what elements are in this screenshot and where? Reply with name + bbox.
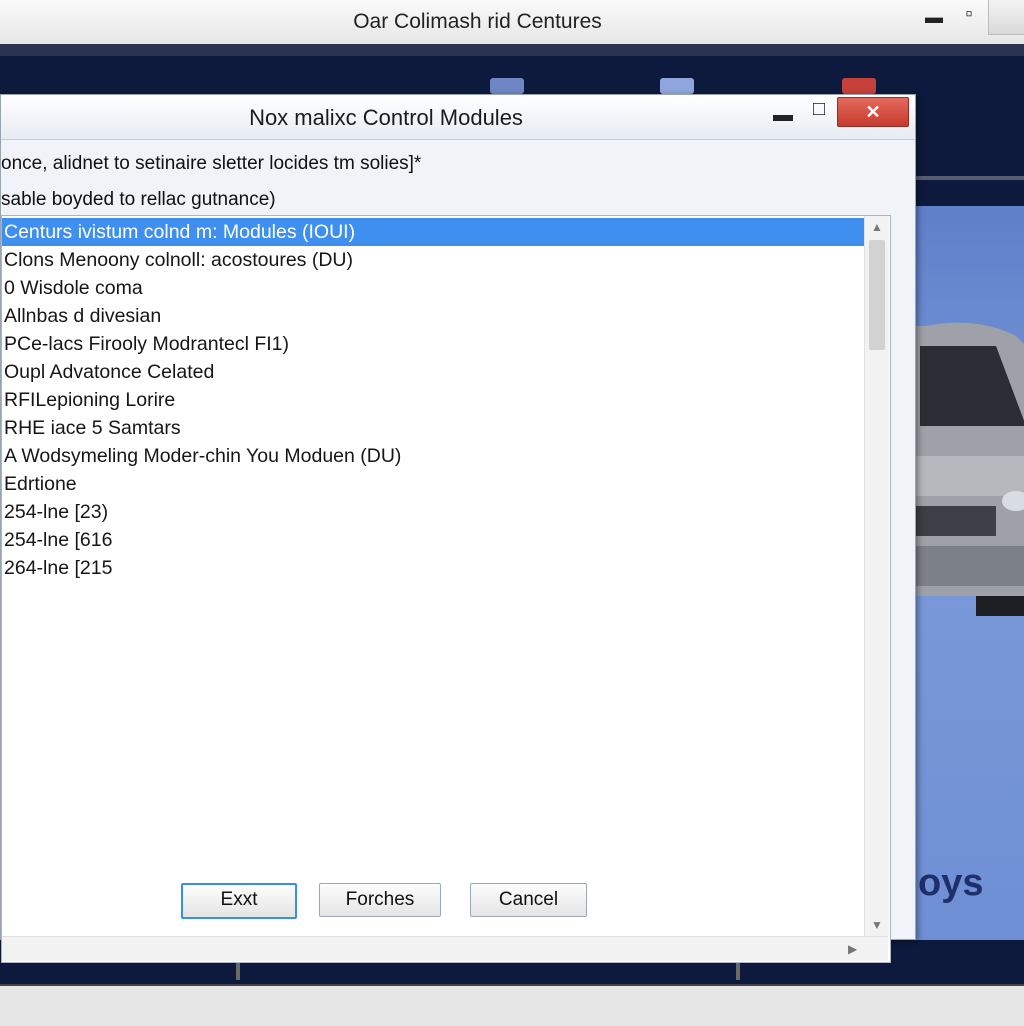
list-item[interactable]: A Wodsymeling Moder-chin You Moduen (DU) — [2, 442, 864, 470]
list-item[interactable]: Centurs ivistum colnd m: Modules (IOUI) — [2, 218, 864, 246]
outer-title-bar: Oar Colimash rid Centures ▬ ▫ — [0, 0, 1024, 45]
list-item[interactable]: RFILepioning Lorire — [2, 386, 864, 414]
side-divider — [916, 176, 1024, 180]
dialog-title: Nox malixc Control Modules — [249, 105, 523, 130]
dialog-minimize-icon[interactable]: ▬ — [769, 105, 797, 125]
scroll-right-icon[interactable]: ▶ — [848, 942, 857, 956]
modules-listbox[interactable]: Centurs ivistum colnd m: Modules (IOUI) … — [1, 215, 891, 963]
list-item[interactable]: 254-lne [23) — [2, 498, 864, 526]
list-item[interactable]: 264-lne [215 — [2, 554, 864, 582]
dialog-maximize-icon[interactable]: □ — [807, 99, 831, 119]
instruction-text-2: sable boyded to rellac gutnance) — [1, 189, 276, 210]
toolbar-device-icon[interactable] — [660, 78, 694, 94]
outer-maximize-icon[interactable]: ▫ — [955, 4, 983, 24]
dialog-title-bar: Nox malixc Control Modules ▬ □ ✕ — [1, 95, 915, 140]
outer-window-title: Oar Colimash rid Centures — [353, 10, 602, 33]
dialog-close-button[interactable]: ✕ — [837, 97, 909, 127]
list-item[interactable]: Allnbas d divesian — [2, 302, 864, 330]
cancel-button[interactable]: Cancel — [470, 883, 587, 917]
instruction-text-1: once, alidnet to setinaire sletter locid… — [1, 153, 422, 174]
exit-button[interactable]: Exxt — [181, 883, 297, 919]
toolbar-car-icon[interactable] — [490, 78, 524, 94]
list-item[interactable]: 0 Wisdole coma — [2, 274, 864, 302]
forches-button[interactable]: Forches — [319, 883, 441, 917]
scroll-thumb[interactable] — [869, 240, 885, 350]
brand-text: oys — [918, 862, 984, 904]
list-item[interactable]: Edrtione — [2, 470, 864, 498]
outer-close-button[interactable] — [988, 0, 1024, 35]
list-item[interactable]: Clons Menoony colnoll: acostoures (DU) — [2, 246, 864, 274]
vertical-scrollbar[interactable]: ▲ ▼ — [864, 216, 889, 936]
car-image — [916, 322, 1024, 616]
outer-minimize-icon[interactable]: ▬ — [920, 7, 948, 27]
list-item[interactable]: 254-lne [616 — [2, 526, 864, 554]
scroll-down-icon[interactable]: ▼ — [871, 918, 883, 932]
status-bar — [0, 984, 1024, 1026]
list-item[interactable]: PCe-lacs Firooly Modrantecl FI1) — [2, 330, 864, 358]
car-image-panel — [916, 206, 1024, 951]
list-item[interactable]: Oupl Advatonce Celated — [2, 358, 864, 386]
scroll-up-icon[interactable]: ▲ — [871, 220, 883, 234]
list-item[interactable]: RHE iace 5 Samtars — [2, 414, 864, 442]
toolbar-alert-icon[interactable] — [842, 78, 876, 94]
control-modules-dialog: Nox malixc Control Modules ▬ □ ✕ once, a… — [0, 94, 916, 963]
horizontal-scrollbar[interactable]: ▶ — [2, 936, 888, 961]
app-toolbar — [0, 44, 1024, 56]
